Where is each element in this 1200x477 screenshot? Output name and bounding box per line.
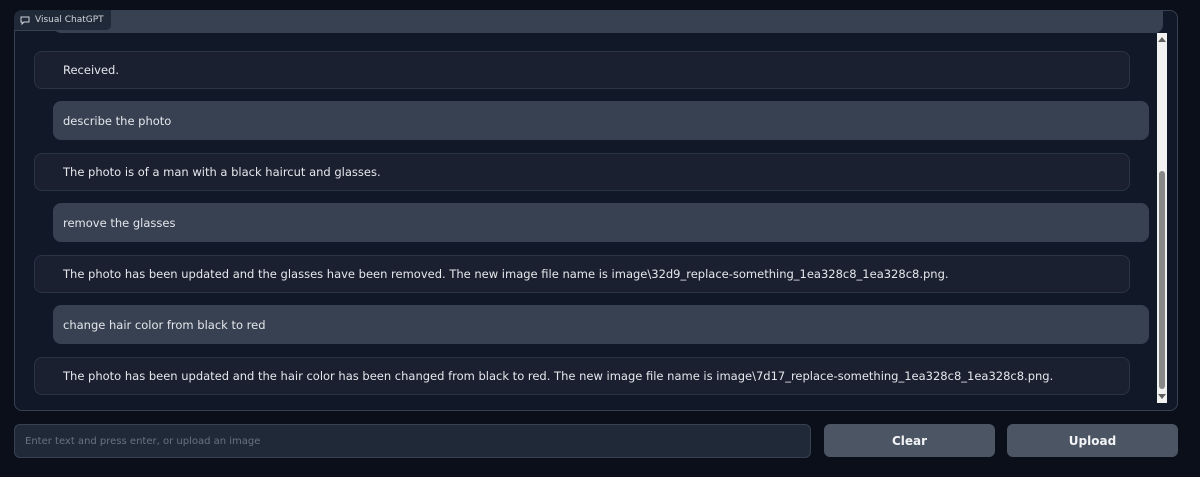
chatbot-label: Visual ChatGPT [14,10,112,31]
user-message: describe the photo [53,101,1149,140]
message-text: Received. [63,63,119,77]
message-text: The photo is of a man with a black hairc… [63,165,381,179]
bot-message: The photo has been updated and the hair … [34,357,1130,395]
message-text: change hair color from black to red [63,317,266,332]
bot-message: The photo is of a man with a black hairc… [34,153,1130,191]
app-root: Visual ChatGPT Received. describe the ph… [0,0,1200,477]
upload-button[interactable]: Upload [1007,424,1178,457]
user-message: change hair color from black to red [53,305,1149,344]
bot-message: The photo has been updated and the glass… [34,255,1130,293]
message-text: remove the glasses [63,215,176,230]
chat-history-panel[interactable]: Received. describe the photo The photo i… [14,10,1178,411]
chat-bubble-icon [20,16,30,25]
message-text: The photo has been updated and the hair … [63,369,1054,383]
message-input[interactable] [14,424,811,458]
message-text: describe the photo [63,113,172,128]
scrollbar-thumb[interactable] [1159,171,1165,389]
clear-button[interactable]: Clear [824,424,995,457]
user-message: remove the glasses [53,203,1149,242]
chat-scrollbar[interactable] [1157,33,1167,403]
scroll-up-arrow-icon[interactable] [1158,37,1166,42]
scroll-down-arrow-icon[interactable] [1158,394,1166,399]
previous-message-partial [53,11,1163,33]
chatbot-label-text: Visual ChatGPT [35,15,104,25]
message-text: The photo has been updated and the glass… [63,267,949,281]
bot-message: Received. [34,51,1130,89]
